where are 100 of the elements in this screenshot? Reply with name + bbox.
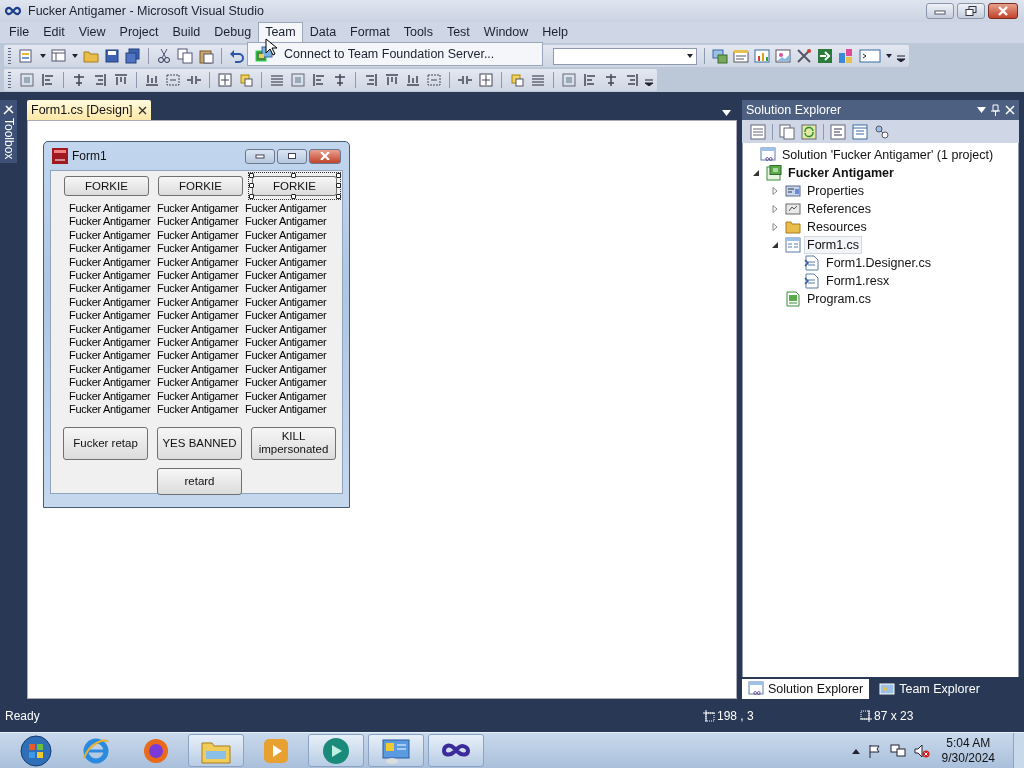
- diagram-icon[interactable]: [874, 123, 890, 140]
- layout-icon[interactable]: [144, 72, 160, 88]
- network-icon[interactable]: [889, 743, 906, 758]
- image-icon[interactable]: [775, 48, 791, 64]
- minimize-icon[interactable]: [934, 7, 946, 15]
- clock[interactable]: 5:04 AM 9/30/2024: [941, 735, 995, 766]
- collapsed-arrow-icon[interactable]: [771, 205, 779, 213]
- minimize-icon[interactable]: [255, 153, 265, 159]
- undo-icon[interactable]: [229, 48, 245, 64]
- show-hidden-icons-icon[interactable]: [851, 747, 860, 754]
- form-button[interactable]: YES BANNED: [157, 426, 242, 460]
- close-button[interactable]: [309, 148, 341, 164]
- code-view-icon[interactable]: [830, 123, 846, 140]
- menu-item[interactable]: Tools: [396, 22, 440, 43]
- menu-item[interactable]: Data: [302, 22, 344, 43]
- save-icon[interactable]: [104, 48, 120, 64]
- flag-icon[interactable]: [867, 743, 882, 758]
- chat-icon[interactable]: [320, 735, 352, 766]
- menu-item[interactable]: Help: [535, 22, 575, 43]
- layout-icon[interactable]: [384, 72, 400, 88]
- blocks-icon[interactable]: [838, 48, 854, 64]
- refresh-icon[interactable]: [801, 123, 817, 140]
- caret-icon[interactable]: [886, 54, 892, 58]
- arrow-icon[interactable]: [817, 48, 833, 64]
- speaker-muted-icon[interactable]: [913, 743, 930, 758]
- collapsed-arrow-icon[interactable]: [771, 187, 779, 195]
- layout-icon[interactable]: [624, 72, 640, 88]
- layout-icon[interactable]: [530, 72, 546, 88]
- layout-icon[interactable]: [92, 72, 108, 88]
- control-panel-icon[interactable]: [380, 736, 412, 765]
- layout-icon[interactable]: [113, 72, 129, 88]
- paste-icon[interactable]: [198, 48, 214, 64]
- tree-item[interactable]: Program.cs: [804, 290, 874, 308]
- copy-icon[interactable]: [177, 48, 193, 64]
- chart-icon[interactable]: [754, 48, 770, 64]
- layout-icon[interactable]: [603, 72, 619, 88]
- maximize-button[interactable]: [277, 148, 307, 164]
- layout-icon[interactable]: [478, 72, 494, 88]
- form-button[interactable]: FORKIE: [64, 176, 149, 196]
- expanded-arrow-icon[interactable]: [752, 169, 760, 177]
- pages-icon[interactable]: [779, 123, 795, 140]
- tree-item[interactable]: Solution 'Fucker Antigamer' (1 project): [779, 146, 997, 164]
- layout-icon[interactable]: [405, 72, 421, 88]
- cut-icon[interactable]: [156, 48, 172, 64]
- start-button[interactable]: [20, 734, 52, 767]
- dropdown-icon[interactable]: [722, 110, 731, 116]
- properties-icon[interactable]: [733, 48, 749, 64]
- tree-item[interactable]: Properties: [804, 182, 867, 200]
- expanded-arrow-icon[interactable]: [771, 241, 779, 249]
- tree-item[interactable]: Fucker Antigamer: [785, 164, 897, 182]
- menu-item[interactable]: Build: [165, 22, 208, 43]
- tools-icon[interactable]: [796, 48, 812, 64]
- toolbox-tab[interactable]: Toolbox: [0, 100, 17, 164]
- pin-icon[interactable]: [991, 104, 1000, 116]
- caret-icon[interactable]: [72, 54, 78, 58]
- panel-tab[interactable]: Team Explorer: [873, 679, 986, 699]
- console-icon[interactable]: [859, 48, 881, 64]
- layout-icon[interactable]: [238, 72, 254, 88]
- save-all-icon[interactable]: [125, 48, 141, 64]
- form-button[interactable]: retard: [157, 467, 242, 495]
- menu-item[interactable]: Team: [258, 22, 303, 43]
- tree-item[interactable]: Form1.cs: [804, 236, 863, 254]
- toolbox-icon[interactable]: [2, 103, 15, 115]
- layout-icon[interactable]: [363, 72, 379, 88]
- close-icon[interactable]: [138, 105, 148, 115]
- layout-icon[interactable]: [311, 72, 327, 88]
- tree-item[interactable]: Form1.resx: [823, 272, 893, 290]
- layout-icon[interactable]: [40, 72, 56, 88]
- menu-item[interactable]: File: [2, 22, 37, 43]
- layout-icon[interactable]: [269, 72, 285, 88]
- caret-icon[interactable]: [40, 54, 46, 58]
- caret-icon[interactable]: [687, 54, 693, 58]
- dropdown-icon[interactable]: [977, 107, 986, 113]
- menu-item[interactable]: View: [71, 22, 113, 43]
- collapsed-arrow-icon[interactable]: [771, 223, 779, 231]
- close-button[interactable]: [988, 3, 1018, 19]
- list-icon[interactable]: [750, 123, 766, 140]
- restore-icon[interactable]: [965, 6, 977, 16]
- layout-icon[interactable]: [217, 72, 233, 88]
- form-button[interactable]: FORKIE: [158, 176, 243, 196]
- designer-icon[interactable]: [852, 123, 868, 140]
- menu-item[interactable]: Format: [343, 22, 397, 43]
- layout-icon[interactable]: [332, 72, 348, 88]
- layout-icon[interactable]: [582, 72, 598, 88]
- restore-button[interactable]: [957, 3, 985, 19]
- menu-item[interactable]: Debug: [207, 22, 259, 43]
- tree-item[interactable]: Form1.Designer.cs: [823, 254, 934, 272]
- form-button[interactable]: KILL impersonated: [251, 426, 336, 460]
- add-item-icon[interactable]: [51, 48, 67, 64]
- form-button[interactable]: Fucker retap: [63, 426, 148, 460]
- layout-icon[interactable]: [71, 72, 87, 88]
- tree-item[interactable]: References: [804, 200, 874, 218]
- document-tab[interactable]: Form1.cs [Design]: [27, 100, 152, 120]
- panel-tab[interactable]: Solution Explorer: [742, 679, 870, 699]
- layout-icon[interactable]: [509, 72, 525, 88]
- menu-item[interactable]: Window: [476, 22, 536, 43]
- new-project-icon[interactable]: [19, 48, 35, 64]
- media-player-icon[interactable]: [262, 736, 290, 765]
- windows-icon[interactable]: [712, 48, 728, 64]
- menu-item[interactable]: Test: [439, 22, 477, 43]
